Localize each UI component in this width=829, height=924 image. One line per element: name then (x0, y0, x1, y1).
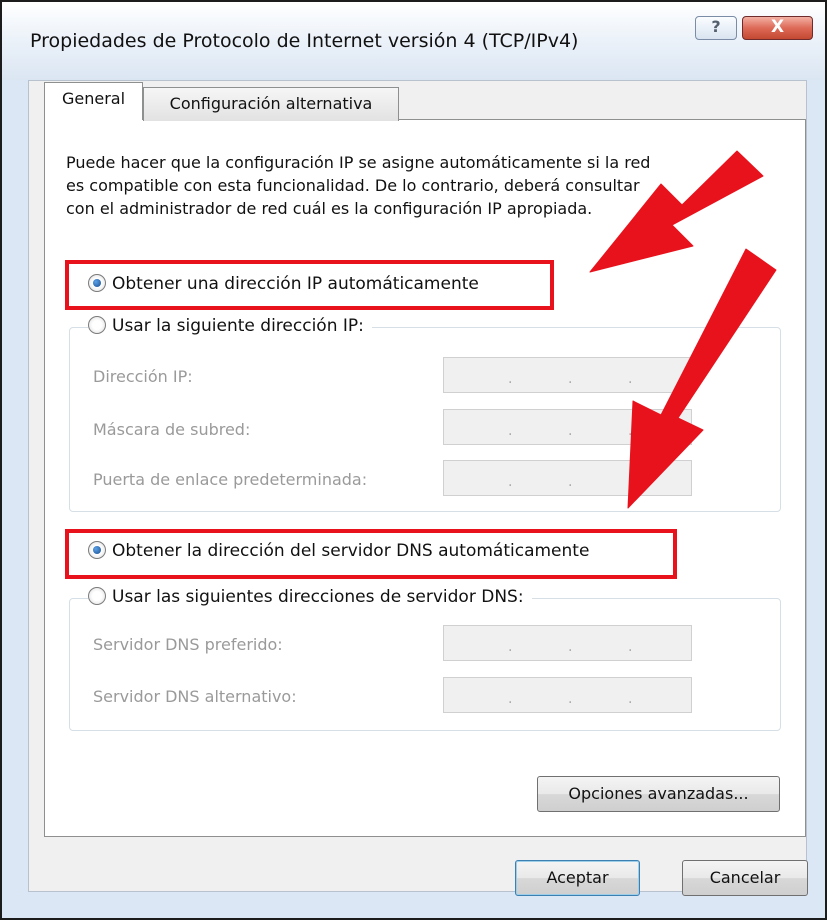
advanced-options-button[interactable]: Opciones avanzadas... (537, 776, 780, 812)
default-gateway-input[interactable]: ... (443, 460, 692, 496)
alternate-dns-label: Servidor DNS alternativo: (93, 687, 297, 706)
radio-unchecked-icon[interactable] (88, 587, 106, 605)
radio-unchecked-icon[interactable] (88, 316, 106, 334)
highlight-box-ip-auto (65, 260, 554, 310)
radio-dns-manual-label: Usar las siguientes direcciones de servi… (112, 587, 524, 607)
intro-line: Puede hacer que la configuración IP se a… (66, 153, 651, 172)
tab-general[interactable]: General (44, 82, 143, 120)
title-bar: Propiedades de Protocolo de Internet ver… (2, 2, 825, 80)
alternate-dns-input[interactable]: ... (443, 677, 692, 713)
window-title: Propiedades de Protocolo de Internet ver… (30, 30, 579, 52)
ok-button[interactable]: Aceptar (515, 860, 640, 896)
intro-line: es compatible con esta funcionalidad. De… (66, 176, 640, 195)
default-gateway-label: Puerta de enlace predeterminada: (93, 470, 368, 489)
tab-configuracion-alternativa[interactable]: Configuración alternativa (143, 87, 399, 121)
preferred-dns-label: Servidor DNS preferido: (93, 635, 283, 654)
ip-address-input[interactable]: ... (443, 357, 692, 393)
radio-ip-manual-label: Usar la siguiente dirección IP: (112, 316, 364, 336)
radio-dns-manual[interactable]: Usar las siguientes direcciones de servi… (88, 587, 532, 607)
cancel-button[interactable]: Cancelar (682, 860, 808, 896)
ip-address-label: Dirección IP: (93, 367, 193, 386)
intro-text: Puede hacer que la configuración IP se a… (66, 151, 766, 220)
help-button[interactable]: ? (695, 16, 737, 40)
subnet-mask-input[interactable]: ... (443, 409, 692, 445)
highlight-box-dns-auto (65, 529, 677, 579)
close-button[interactable]: X (742, 16, 813, 40)
subnet-mask-label: Máscara de subred: (93, 420, 251, 439)
intro-line: con el administrador de red cuál es la c… (66, 199, 593, 218)
radio-ip-manual[interactable]: Usar la siguiente dirección IP: (88, 316, 372, 336)
preferred-dns-input[interactable]: ... (443, 625, 692, 661)
